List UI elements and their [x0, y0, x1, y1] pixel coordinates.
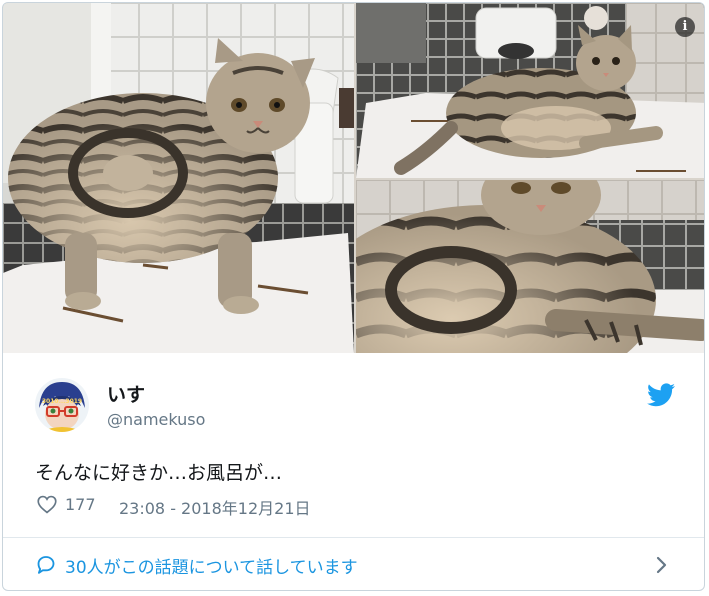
cat-lying-image — [356, 3, 704, 178]
like-count[interactable]: 177 — [65, 495, 96, 514]
anime-avatar-icon[interactable]: 3010...3019 — [35, 378, 89, 432]
tweet-author[interactable]: 3010...3019 いす @namekuso — [35, 378, 675, 438]
heart-outline-icon[interactable] — [37, 495, 57, 514]
chevron-right-icon[interactable] — [655, 555, 669, 575]
cat-standing-image — [3, 3, 354, 353]
info-circle-icon[interactable]: i — [675, 17, 695, 37]
cat-photo-closeup[interactable] — [356, 180, 704, 353]
conversation-count-text[interactable]: 30人がこの話題について話しています — [65, 553, 358, 578]
embedded-tweet-card[interactable]: i 3010...3019 いす @namekuso そんなに好きか…お風呂が…… — [2, 2, 705, 591]
author-handle[interactable]: @namekuso — [107, 410, 205, 429]
speech-bubble-icon — [36, 555, 56, 574]
twitter-bird-icon[interactable] — [647, 383, 675, 407]
tweet-text: そんなに好きか…お風呂が… — [35, 462, 283, 484]
cat-closeup-image — [356, 180, 704, 353]
avatar-text: 3010...3019 — [42, 398, 82, 405]
cat-photo-standing[interactable] — [3, 3, 354, 353]
photo-grid: i — [3, 3, 704, 353]
tweet-timestamp[interactable]: 23:08 - 2018年12月21日 — [119, 495, 311, 519]
conversation-link[interactable]: 30人がこの話題について話しています — [3, 538, 704, 590]
cat-photo-lying[interactable] — [356, 3, 704, 178]
author-display-name[interactable]: いす — [107, 380, 145, 407]
